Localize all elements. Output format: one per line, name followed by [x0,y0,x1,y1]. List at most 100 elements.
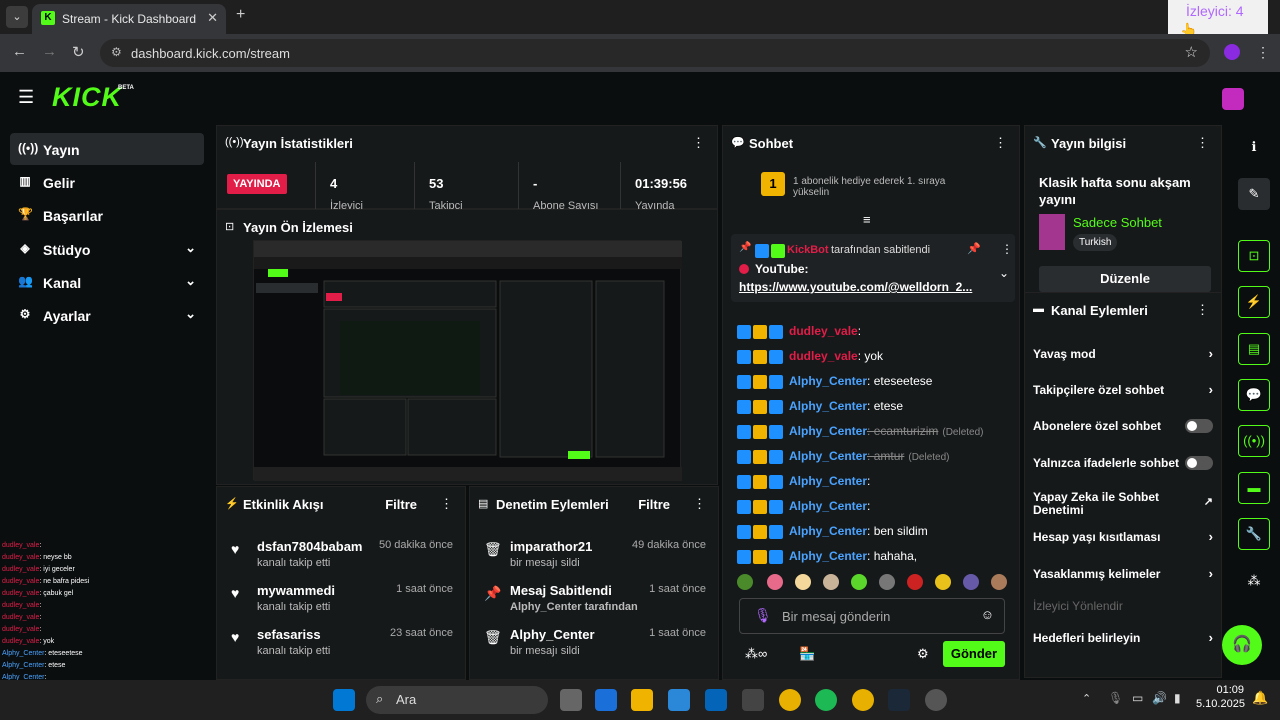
chrome-icon[interactable] [779,689,801,711]
toggle-switch[interactable] [1185,456,1213,470]
sidebar-item-kanal[interactable]: 👥 Kanal ⌄ [10,266,204,298]
app-icon[interactable] [595,689,617,711]
subscribers-only-option[interactable]: Abonelere özel sohbet [1033,415,1213,439]
store-app-icon[interactable] [668,689,690,711]
new-tab-button[interactable]: + [236,6,245,24]
tab-list-button[interactable]: ⌄ [6,6,28,28]
info-icon[interactable]: ℹ [1238,132,1270,164]
more-options-icon[interactable]: ⋮ [1196,302,1209,318]
sidebar-item-basarilar[interactable]: 🏆 Başarılar [10,199,204,231]
pinned-link[interactable]: https://www.youtube.com/@welldorn_2... [739,280,972,294]
volume-icon[interactable]: 🔊 [1152,691,1167,705]
kick-logo[interactable]: KICK [52,82,122,113]
chat-toggle-icon[interactable]: 💬 [1238,379,1270,411]
taskbar-search[interactable]: ⌕ Ara [366,686,548,714]
slow-mode-option[interactable]: Yavaş mod › [1033,343,1213,367]
goals-option[interactable]: Hedefleri belirleyin › [1033,627,1213,651]
bookmark-star-icon[interactable]: ☆ [1185,43,1198,61]
outlook-icon[interactable] [705,689,727,711]
activity-filter-button[interactable]: Filtre [385,497,417,512]
banned-words-option[interactable]: Yasaklanmış kelimeler › [1033,563,1213,587]
emotes-only-option[interactable]: Yalnızca ifadelerle sohbet [1033,452,1213,476]
stream-category[interactable]: Sadece Sohbet [1073,215,1162,230]
sidebar-item-ayarlar[interactable]: ⚙ Ayarlar ⌄ [10,299,204,331]
sidebar-item-yayin[interactable]: ((•)) Yayın [10,133,204,165]
app-icon[interactable] [925,689,947,711]
chat-username[interactable]: Alphy_Center [789,374,867,388]
chevron-up-icon[interactable]: ⌃ [1082,692,1091,705]
site-info-icon[interactable]: ⚙ [111,45,122,59]
browser-tab[interactable]: K Stream - Kick Dashboard ✕ [32,4,226,34]
wrench-toggle-icon[interactable]: 🔧 [1238,518,1270,550]
toggle-switch[interactable] [1185,419,1213,433]
chat-input[interactable]: 🎙 Bir mesaj gönderin ☺ [739,598,1005,634]
stream-info-panel: 🔧 Yayın bilgisi ⋮ Klasik hafta sonu akşa… [1024,125,1222,293]
user-avatar[interactable] [1222,88,1244,110]
edit-icon[interactable]: ✎ [1238,178,1270,210]
windows-start-icon[interactable] [333,689,355,711]
preview-toggle-icon[interactable]: ⊡ [1238,240,1270,272]
emote-icons[interactable] [737,572,1007,592]
account-age-option[interactable]: Hesap yaşı kısıtlaması › [1033,526,1213,550]
infinity-points-icon[interactable]: ⁂∞ [745,646,767,662]
channel-toggle-icon[interactable]: ▬ [1238,472,1270,504]
emoji-icon[interactable]: ☺ [981,607,994,622]
more-options-icon[interactable]: ⋮ [693,496,706,512]
edit-button[interactable]: Düzenle [1039,266,1211,292]
more-options-icon[interactable]: ⋮ [440,496,453,512]
taskbar-clock[interactable]: 01:09 5.10.2025 [1196,684,1245,710]
spotify-icon[interactable] [815,689,837,711]
pinned-by-user[interactable]: KickBot [787,244,829,256]
chat-username[interactable]: Alphy_Center [789,399,867,413]
url-field[interactable]: ⚙ dashboard.kick.com/stream ☆ [100,39,1210,67]
stats-toggle-icon[interactable]: ((•)) [1238,425,1270,457]
chat-username[interactable]: dudley_vale [789,349,858,363]
gear-icon[interactable]: ⚙ [917,646,929,662]
filter-icon[interactable]: ≡ [863,212,871,227]
browser-profile-icon[interactable] [1224,44,1240,60]
browser-menu-icon[interactable]: ⋮ [1256,44,1270,61]
chat-username[interactable]: Alphy_Center [789,474,867,488]
chat-username[interactable]: Alphy_Center [789,499,867,513]
sidebar-item-studyo[interactable]: ◈ Stüdyo ⌄ [10,233,204,265]
send-button[interactable]: Gönder [943,641,1005,667]
chat-username[interactable]: dudley_vale [789,324,858,338]
chat-username[interactable]: Alphy_Center [789,524,867,538]
steam-icon[interactable] [888,689,910,711]
moderation-toggle-icon[interactable]: ▤ [1238,333,1270,365]
moderation-filter-button[interactable]: Filtre [638,497,670,512]
hamburger-menu-icon[interactable]: ☰ [18,87,34,108]
reload-icon[interactable]: ↻ [72,43,85,61]
forward-icon[interactable]: → [42,43,57,60]
more-options-icon[interactable]: ⋮ [692,135,705,151]
activity-toggle-icon[interactable]: ⚡ [1238,286,1270,318]
sidebar-item-gelir[interactable]: ▥ Gelir [10,166,204,198]
more-options-icon[interactable]: ⋮ [994,135,1007,151]
notification-icon[interactable]: 🔔 [1252,690,1268,706]
obs-icon[interactable] [742,689,764,711]
search-placeholder: Ara [396,692,417,707]
file-explorer-icon[interactable] [631,689,653,711]
back-icon[interactable]: ← [12,43,27,60]
add-widget-icon[interactable]: ⁂ [1238,566,1270,598]
chrome-profile-icon[interactable] [852,689,874,711]
battery-icon[interactable]: ▮ [1174,691,1181,705]
task-view-icon[interactable] [560,689,582,711]
store-icon[interactable]: 🏪 [799,646,815,662]
close-tab-icon[interactable]: ✕ [207,10,218,26]
network-icon[interactable]: ▭ [1132,691,1143,705]
chat-username[interactable]: Alphy_Center [789,549,867,563]
ai-moderation-option[interactable]: Yapay Zeka ile Sohbet Denetimi ↗ [1033,487,1213,519]
more-options-icon[interactable]: ⋮ [1196,135,1209,151]
more-options-icon[interactable]: ⋮ [1001,242,1013,256]
unpin-icon[interactable]: 📌 [967,242,981,255]
microphone-icon[interactable]: 🎙 [1108,691,1123,705]
followers-only-option[interactable]: Takipçilere özel sohbet › [1033,379,1213,403]
stream-preview-video[interactable] [253,240,682,481]
support-headset-icon[interactable]: 🎧 [1222,625,1262,665]
chat-username[interactable]: Alphy_Center [789,424,867,438]
chevron-down-icon[interactable]: ⌄ [999,266,1009,280]
microphone-icon[interactable]: 🎙 [754,607,772,624]
chat-username[interactable]: Alphy_Center [789,449,867,463]
sub-gift-banner[interactable]: 1 abonelik hediye ederek 1. sıraya yükse… [793,176,983,198]
